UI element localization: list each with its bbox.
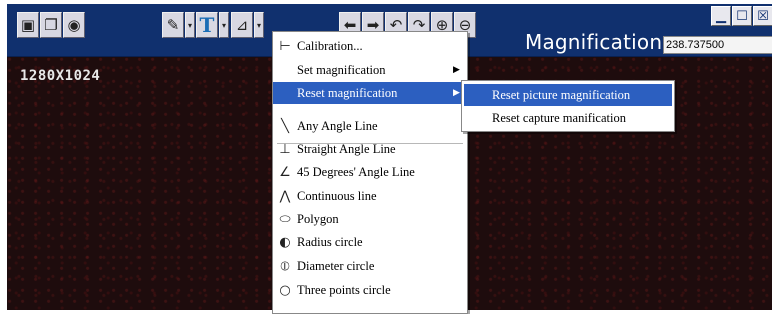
menu-item-calibration[interactable]: ⊢ Calibration... <box>273 35 467 57</box>
menu-item-set-magnification[interactable]: Set magnification ▶ <box>273 59 467 81</box>
menu-item-label: Polygon <box>297 211 339 226</box>
menu-item-reset-magnification[interactable]: Reset magnification ▶ <box>273 82 467 104</box>
menu-item-label: Calibration... <box>297 38 363 53</box>
menu-item-45-degrees-angle-line[interactable]: ∠ 45 Degrees' Angle Line <box>273 161 467 183</box>
resolution-label: 1280X1024 <box>20 68 101 84</box>
reset-magnification-submenu: Reset picture magnification Reset captur… <box>461 80 675 132</box>
magnification-input[interactable]: 238.737500 <box>663 36 772 54</box>
three-points-circle-icon: ○ <box>279 282 291 298</box>
menu-item-three-points-circle[interactable]: ○ Three points circle <box>273 279 467 301</box>
menu-item-polygon[interactable]: ⬭ Polygon <box>273 208 467 230</box>
menu-item-label: Straight Angle Line <box>297 141 396 156</box>
continuous-line-icon: ⋀ <box>279 188 291 204</box>
45-degree-line-icon: ∠ <box>279 164 291 180</box>
magnification-label: Magnification <box>525 30 663 54</box>
measure-icon[interactable]: ⊿ <box>231 12 253 38</box>
capture-icon[interactable]: ◉ <box>63 12 85 38</box>
radius-circle-icon: ◐ <box>279 234 291 250</box>
menu-item-radius-circle[interactable]: ◐ Radius circle <box>273 231 467 253</box>
copy-icon[interactable]: ❐ <box>40 12 62 38</box>
text-tool-icon[interactable]: T <box>196 12 218 38</box>
polygon-icon: ⬭ <box>279 211 291 227</box>
diameter-circle-icon: ⦶ <box>280 258 290 274</box>
measure-dropdown-icon[interactable]: ▾ <box>254 12 264 38</box>
close-icon[interactable]: ☒ <box>753 6 772 26</box>
pen-icon[interactable]: ✎ <box>162 12 184 38</box>
menu-item-label: Diameter circle <box>297 258 375 273</box>
save-icon[interactable]: ▣ <box>17 12 39 38</box>
menu-item-label: Radius circle <box>297 234 363 249</box>
menu-item-straight-angle-line[interactable]: ⊥ Straight Angle Line <box>273 138 467 160</box>
pen-dropdown-icon[interactable]: ▾ <box>185 12 195 38</box>
menu-item-diameter-circle[interactable]: ⦶ Diameter circle <box>273 255 467 277</box>
maximize-icon[interactable]: ☐ <box>732 6 752 26</box>
menu-item-continuous-line[interactable]: ⋀ Continuous line <box>273 185 467 207</box>
menu-item-label: 45 Degrees' Angle Line <box>297 164 415 179</box>
calibration-icon: ⊢ <box>279 38 291 54</box>
menu-item-any-angle-line[interactable]: ╲ Any Angle Line <box>273 115 467 137</box>
menu-item-label: Continuous line <box>297 188 377 203</box>
measure-menu: ⊢ Calibration... Set magnification ▶ Res… <box>272 31 468 314</box>
submenu-arrow-icon: ▶ <box>453 65 460 75</box>
straight-angle-line-icon: ⊥ <box>279 141 291 157</box>
submenu-item-reset-capture-manification[interactable]: Reset capture manification <box>464 107 672 129</box>
menu-item-label: Reset magnification <box>297 85 398 100</box>
text-dropdown-icon[interactable]: ▾ <box>219 12 229 38</box>
any-angle-line-icon: ╲ <box>281 118 289 134</box>
menu-item-label: Any Angle Line <box>297 118 378 133</box>
minimize-icon[interactable]: ▁ <box>711 6 731 26</box>
menu-item-label: Three points circle <box>297 282 391 297</box>
menu-item-label: Set magnification <box>297 62 386 77</box>
submenu-item-reset-picture-magnification[interactable]: Reset picture magnification <box>464 84 672 106</box>
